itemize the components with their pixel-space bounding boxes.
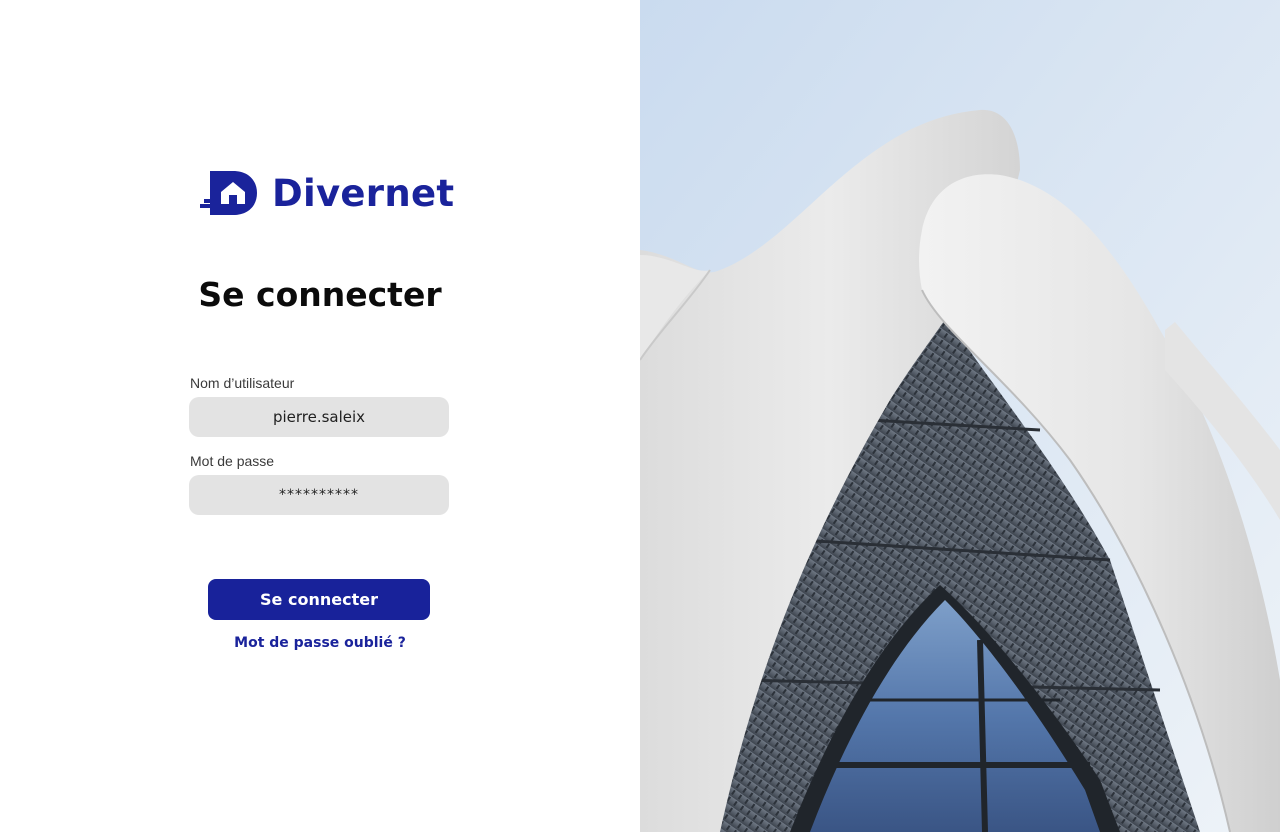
password-field[interactable]: ********** bbox=[189, 475, 449, 515]
login-button[interactable]: Se connecter bbox=[208, 579, 430, 620]
login-panel: Divernet Se connecter Nom d’utilisateur … bbox=[0, 0, 640, 832]
page-title: Se connecter bbox=[198, 275, 442, 314]
brand-name: Divernet bbox=[272, 171, 455, 215]
architecture-photo bbox=[640, 0, 1280, 832]
brand-logo: Divernet bbox=[200, 170, 454, 216]
password-label: Mot de passe bbox=[190, 453, 275, 469]
username-field[interactable]: pierre.saleix bbox=[189, 397, 449, 437]
forgot-password-link[interactable]: Mot de passe oublié ? bbox=[160, 635, 480, 651]
house-d-logo-icon bbox=[200, 171, 257, 215]
username-label: Nom d’utilisateur bbox=[190, 375, 295, 391]
